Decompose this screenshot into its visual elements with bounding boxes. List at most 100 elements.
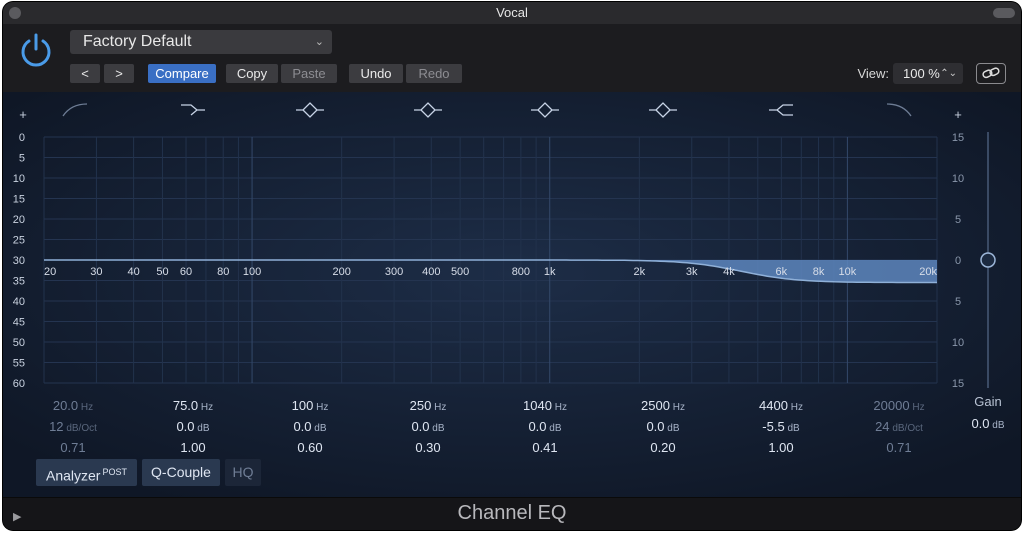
band-frequency-value[interactable]: 100	[292, 398, 314, 413]
band-q[interactable]: 0.71	[886, 440, 911, 455]
db-scale-right-label: 0	[955, 255, 961, 267]
band-frequency-value[interactable]: 1040	[523, 398, 552, 413]
frequency-label: 800	[512, 266, 530, 278]
db-scale-left-label: 15	[13, 194, 25, 206]
gain-value-number[interactable]: 0.0	[971, 416, 989, 431]
band-frequency-value[interactable]: 250	[410, 398, 432, 413]
q-couple-button[interactable]: Q-Couple	[142, 459, 220, 486]
frequency-label: 8k	[813, 266, 825, 278]
band-gain-value[interactable]: 0.0	[411, 419, 429, 434]
frequency-label: 10k	[839, 266, 857, 278]
db-scale-left-label: 5	[19, 153, 25, 165]
band-gain-unit: dB	[785, 423, 800, 434]
frequency-label: 200	[332, 266, 350, 278]
frequency-label: 80	[217, 266, 229, 278]
db-scale-right-label: 10	[952, 173, 964, 185]
band-gain-value[interactable]: 0.0	[528, 419, 546, 434]
window-title: Vocal	[496, 5, 528, 20]
db-scale-left-label: 35	[13, 276, 25, 288]
band-gain-value[interactable]: 0.0	[293, 419, 311, 434]
plugin-header: Factory Default ⌄ < > Compare Copy Paste…	[3, 24, 1021, 92]
frequency-label: 60	[180, 266, 192, 278]
db-scale-left-label: 10	[13, 173, 25, 185]
band-frequency-unit: Hz	[198, 402, 213, 413]
stepper-icon: ⌃⌄	[940, 68, 957, 79]
band-q[interactable]: 0.30	[415, 440, 440, 455]
gain-label: Gain	[974, 394, 1001, 409]
preset-menu[interactable]: Factory Default ⌄	[70, 30, 332, 54]
frequency-label: 3k	[686, 266, 698, 278]
db-scale-right-label: 5	[955, 296, 961, 308]
undo-button[interactable]: Undo	[349, 64, 403, 83]
analyzer-label: Analyzer	[46, 467, 101, 484]
band-gain-value[interactable]: 0.0	[176, 419, 194, 434]
link-button[interactable]	[976, 63, 1006, 84]
band-gain-value[interactable]: -5.5	[762, 419, 784, 434]
next-preset-button[interactable]: >	[104, 64, 134, 83]
band-gain-value[interactable]: 12	[49, 419, 63, 434]
view-label: View:	[857, 66, 889, 81]
db-scale-left-label: 60	[13, 378, 25, 390]
title-bar: Vocal	[3, 2, 1021, 24]
band-frequency-value[interactable]: 20.0	[53, 398, 78, 413]
redo-button[interactable]: Redo	[406, 64, 462, 83]
db-scale-right-label: 15	[952, 132, 964, 144]
band-q[interactable]: 0.41	[532, 440, 557, 455]
band-q[interactable]: 0.20	[650, 440, 675, 455]
band-frequency-value[interactable]: 75.0	[173, 398, 198, 413]
band-frequency-unit: Hz	[313, 402, 328, 413]
band-frequency-unit: Hz	[788, 402, 803, 413]
band-gain-unit: dB	[312, 423, 327, 434]
frequency-label: 2k	[634, 266, 646, 278]
power-icon[interactable]	[18, 32, 54, 68]
frequency-label: 500	[451, 266, 469, 278]
frequency-label: 20	[44, 266, 56, 278]
frequency-label: 50	[156, 266, 168, 278]
add-band-right-icon: +	[954, 107, 962, 122]
band-frequency-unit: Hz	[670, 402, 685, 413]
copy-button[interactable]: Copy	[226, 64, 278, 83]
db-scale-left-label: 55	[13, 358, 25, 370]
band-gain-value[interactable]: 24	[875, 419, 889, 434]
compare-button[interactable]: Compare	[148, 64, 216, 83]
band-frequency-value[interactable]: 4400	[759, 398, 788, 413]
previous-preset-button[interactable]: <	[70, 64, 100, 83]
analyzer-button[interactable]: Analyzer POST	[36, 459, 137, 486]
db-scale-right-label: 15	[952, 378, 964, 390]
gain-unit: dB	[990, 420, 1005, 431]
db-scale-left-label: 25	[13, 235, 25, 247]
db-scale-left-label: 50	[13, 337, 25, 349]
db-scale-right-label: 10	[952, 337, 964, 349]
eq-graph[interactable]: + +0510152025303540455055601510505101520 3…	[3, 92, 1021, 497]
band-gain-unit: dB	[665, 423, 680, 434]
view-zoom-select[interactable]: 100 % ⌃⌄	[893, 63, 963, 84]
db-scale-left-label: 0	[19, 132, 25, 144]
band-q[interactable]: 1.00	[180, 440, 205, 455]
band-frequency-value[interactable]: 2500	[641, 398, 670, 413]
band-gain-value[interactable]: 0.0	[646, 419, 664, 434]
window-zoom-button[interactable]	[993, 8, 1015, 18]
gain-slider-knob[interactable]	[980, 252, 996, 268]
hq-button[interactable]: HQ	[225, 459, 261, 486]
frequency-label: 30	[90, 266, 102, 278]
band-gain-unit: dB	[430, 423, 445, 434]
frequency-label: 100	[243, 266, 261, 278]
band-frequency-unit: Hz	[910, 402, 925, 413]
frequency-label: 400	[422, 266, 440, 278]
band-q[interactable]: 1.00	[768, 440, 793, 455]
preset-name: Factory Default	[83, 33, 192, 50]
eq-display[interactable]: + +0 5 10 15 20 25 30 35 40 45 50 55 60 15 10 5 0 5 10 15 20 3…	[3, 92, 1021, 497]
db-scale-left-label: 40	[13, 296, 25, 308]
plugin-name: Channel EQ	[457, 502, 567, 524]
band-frequency-unit: Hz	[552, 402, 567, 413]
band-q[interactable]: 0.60	[297, 440, 322, 455]
paste-button[interactable]: Paste	[281, 64, 337, 83]
frequency-label: 1k	[544, 266, 556, 278]
band-q[interactable]: 0.71	[60, 440, 85, 455]
band-frequency-unit: Hz	[78, 402, 93, 413]
link-icon	[982, 67, 1000, 79]
frequency-label: 20k	[919, 266, 937, 278]
band-gain-unit: dB/Oct	[890, 423, 924, 434]
frequency-label: 4k	[723, 266, 735, 278]
band-frequency-value[interactable]: 20000	[873, 398, 909, 413]
